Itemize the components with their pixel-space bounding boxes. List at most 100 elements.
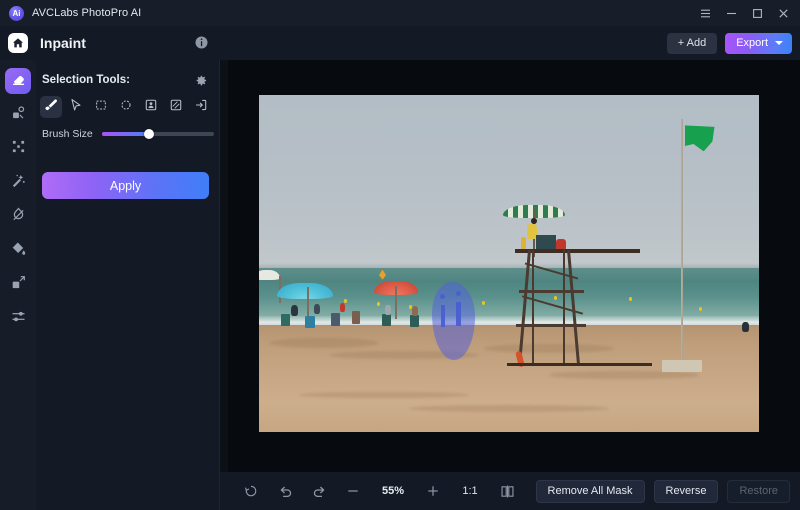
gear-icon[interactable] <box>194 74 207 87</box>
tool-brush[interactable] <box>40 96 62 118</box>
apply-button[interactable]: Apply <box>42 172 209 199</box>
lifeguard-seat <box>536 235 556 249</box>
rail-item-enhance-resolution[interactable] <box>5 136 31 162</box>
adjust-sliders-icon <box>11 309 26 329</box>
import-select-icon <box>194 98 208 117</box>
zoom-out-button[interactable] <box>336 472 370 510</box>
chevron-down-icon <box>775 41 783 45</box>
slider-knob[interactable] <box>144 129 154 139</box>
texture-select-icon <box>169 98 183 117</box>
color-fill-icon <box>11 241 26 261</box>
rectangle-select-icon <box>94 98 108 117</box>
rail-item-inpaint[interactable] <box>5 68 31 94</box>
selection-tools-label: Selection Tools: <box>42 74 130 86</box>
reset-icon[interactable] <box>234 472 268 510</box>
brush-size-slider[interactable] <box>102 132 214 136</box>
tool-rectangle-select[interactable] <box>90 96 112 118</box>
tool-texture-select[interactable] <box>165 96 187 118</box>
tool-ellipse-select[interactable] <box>115 96 137 118</box>
restore-button: Restore <box>727 480 790 503</box>
zoom-controls: 55% 1:1 <box>234 472 524 510</box>
brush-size-label: Brush Size <box>42 128 93 140</box>
sea-buoy <box>344 299 347 303</box>
tower-base <box>507 363 652 366</box>
header-left-group: Inpaint <box>0 26 220 60</box>
beach-chair <box>352 311 360 324</box>
sky-region <box>259 95 759 268</box>
add-button[interactable]: + Add <box>667 33 717 54</box>
maximize-icon[interactable] <box>744 0 770 26</box>
selection-tools-panel: Selection Tools: <box>36 60 220 510</box>
object-removal-icon <box>11 105 26 125</box>
mask-figure-body <box>456 302 461 326</box>
title-bar: Ai AVCLabs PhotoPro AI <box>0 0 800 26</box>
beach-person <box>314 304 320 314</box>
undo-icon[interactable] <box>268 472 302 510</box>
app-window: Ai AVCLabs PhotoPro AI Inpaint <box>0 0 800 510</box>
home-icon[interactable] <box>8 33 28 53</box>
flag-pole <box>681 119 683 362</box>
window-controls <box>692 0 796 26</box>
tower-crossbar <box>516 324 586 326</box>
tool-pointer[interactable] <box>65 96 87 118</box>
mask-figure-body <box>441 305 445 327</box>
mask-figure-head <box>456 291 461 296</box>
person-select-icon <box>144 98 158 117</box>
mask-figure-head <box>440 294 445 299</box>
beach-person <box>412 306 418 316</box>
zoom-in-button[interactable] <box>416 472 450 510</box>
export-button-label: Export <box>736 37 768 49</box>
export-button[interactable]: Export <box>725 33 792 54</box>
sand-texture <box>409 405 609 412</box>
page-header: Inpaint + Add Export <box>0 26 800 60</box>
sea-buoy <box>377 302 380 306</box>
beach-chair <box>305 316 315 328</box>
blue-umbrella <box>277 283 333 299</box>
minimize-icon[interactable] <box>718 0 744 26</box>
umbrella-pole <box>395 286 397 320</box>
rail-item-background-remove[interactable] <box>5 204 31 230</box>
rail-item-expand-resize[interactable] <box>5 272 31 298</box>
page-title: Inpaint <box>40 35 86 51</box>
fit-ratio-button[interactable]: 1:1 <box>450 472 490 510</box>
tower-crossbar <box>519 290 584 292</box>
enhance-resolution-icon <box>11 139 26 159</box>
expand-resize-icon <box>11 275 26 295</box>
app-logo-icon: Ai <box>9 6 24 21</box>
remove-all-mask-button[interactable]: Remove All Mask <box>536 480 645 503</box>
reverse-button[interactable]: Reverse <box>654 480 719 503</box>
beach-chair <box>331 313 340 326</box>
canvas-stage[interactable] <box>228 60 800 472</box>
close-icon[interactable] <box>770 0 796 26</box>
brush-size-control: Brush Size <box>42 128 214 140</box>
zoom-level-value: 55% <box>370 472 416 510</box>
rail-item-ai-magic[interactable] <box>5 170 31 196</box>
redo-icon[interactable] <box>302 472 336 510</box>
tool-person-select[interactable] <box>140 96 162 118</box>
brush-icon <box>44 98 58 117</box>
tool-import-select[interactable] <box>190 96 212 118</box>
sea-buoy <box>482 301 485 305</box>
app-title: AVCLabs PhotoPro AI <box>32 7 141 19</box>
compare-split-icon[interactable] <box>490 472 524 510</box>
ai-magic-wand-icon <box>11 173 26 193</box>
canvas-area <box>220 60 800 510</box>
inpaint-eraser-icon <box>11 71 26 91</box>
photo-image[interactable] <box>259 95 759 432</box>
cursor-pointer-icon <box>69 98 83 117</box>
beach-chair <box>281 314 290 326</box>
beach-person <box>340 303 345 312</box>
tool-rail <box>0 60 36 510</box>
rail-item-object-removal[interactable] <box>5 102 31 128</box>
header-actions: + Add Export <box>667 26 792 60</box>
beach-person <box>385 305 391 315</box>
flag-base-stone <box>662 360 702 372</box>
mask-actions: Remove All Mask Reverse Restore <box>536 472 790 510</box>
info-icon[interactable] <box>194 35 209 50</box>
white-canopy <box>259 270 280 280</box>
rail-item-color-fill[interactable] <box>5 238 31 264</box>
sand-texture <box>549 371 699 378</box>
rail-item-adjust[interactable] <box>5 306 31 332</box>
hamburger-menu-icon[interactable] <box>692 0 718 26</box>
app-logo-text: Ai <box>13 9 21 18</box>
